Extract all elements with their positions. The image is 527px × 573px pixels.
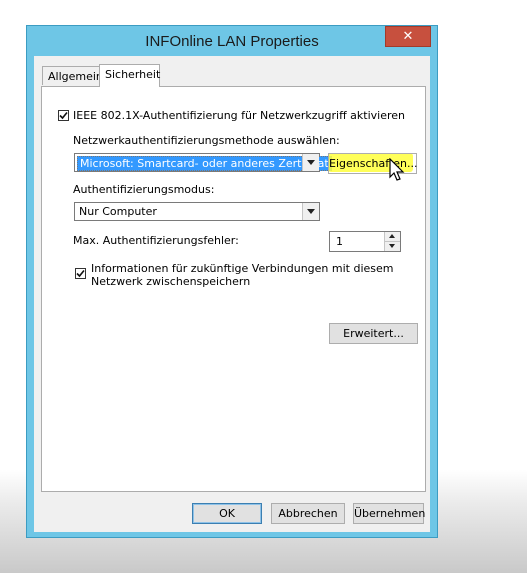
auth-mode-label: Authentifizierungsmodus: — [73, 183, 215, 196]
auth-method-dropdown-arrow[interactable] — [302, 154, 319, 171]
properties-dialog: INFOnline LAN Properties ✕ Allgemein Sic… — [26, 25, 438, 538]
dialog-client-area: Allgemein Sicherheit IEEE 802.1X-Authent… — [34, 56, 430, 532]
cache-info-label-line1: Informationen für zukünftige Verbindunge… — [91, 262, 394, 275]
advanced-button[interactable]: Erweitert... — [329, 323, 418, 344]
stepper-buttons — [384, 232, 400, 251]
auth-mode-value: Nur Computer — [79, 205, 157, 218]
security-tab-panel: IEEE 802.1X-Authentifizierung für Netzwe… — [41, 86, 426, 492]
title-bar[interactable]: INFOnline LAN Properties ✕ — [27, 26, 437, 56]
max-failures-value: 1 — [336, 235, 343, 248]
auth-method-label: Netzwerkauthentifizierungsmethode auswäh… — [73, 134, 340, 147]
cache-info-label: Informationen für zukünftige Verbindunge… — [91, 262, 394, 288]
mouse-cursor-icon — [389, 158, 405, 181]
ok-button[interactable]: OK — [192, 503, 262, 524]
checkmark-icon — [76, 269, 85, 278]
enable-8021x-label: IEEE 802.1X-Authentifizierung für Netzwe… — [73, 109, 405, 122]
spin-up-icon — [389, 234, 395, 238]
tab-sicherheit[interactable]: Sicherheit — [99, 64, 160, 87]
auth-method-select[interactable]: Microsoft: Smartcard- oder anderes Zerti… — [74, 153, 332, 172]
window-title: INFOnline LAN Properties — [145, 33, 319, 50]
spin-down-icon[interactable] — [389, 244, 395, 248]
checkmark-icon — [59, 111, 68, 120]
auth-mode-select[interactable]: Nur Computer — [74, 202, 320, 221]
max-failures-label: Max. Authentifizierungsfehler: — [73, 234, 239, 247]
tab-sicherheit-label: Sicherheit — [105, 68, 161, 81]
close-icon: ✕ — [402, 29, 414, 44]
dropdown-arrow-icon — [307, 160, 315, 165]
max-failures-stepper[interactable]: 1 — [329, 231, 401, 252]
cancel-button[interactable]: Abbrechen — [271, 503, 345, 524]
tab-allgemein-label: Allgemein — [48, 70, 103, 83]
auth-method-value: Microsoft: Smartcard- oder anderes Zerti… — [77, 156, 332, 171]
apply-button[interactable]: Übernehmen — [353, 503, 425, 524]
auth-mode-dropdown-arrow[interactable] — [302, 203, 319, 220]
cache-info-checkbox[interactable] — [75, 268, 86, 279]
tab-allgemein[interactable]: Allgemein — [42, 66, 103, 85]
close-button[interactable]: ✕ — [385, 26, 431, 47]
cache-info-label-line2: Netzwerk zwischenspeichern — [91, 275, 251, 288]
enable-8021x-checkbox[interactable] — [58, 110, 69, 121]
dropdown-arrow-icon — [307, 209, 315, 214]
